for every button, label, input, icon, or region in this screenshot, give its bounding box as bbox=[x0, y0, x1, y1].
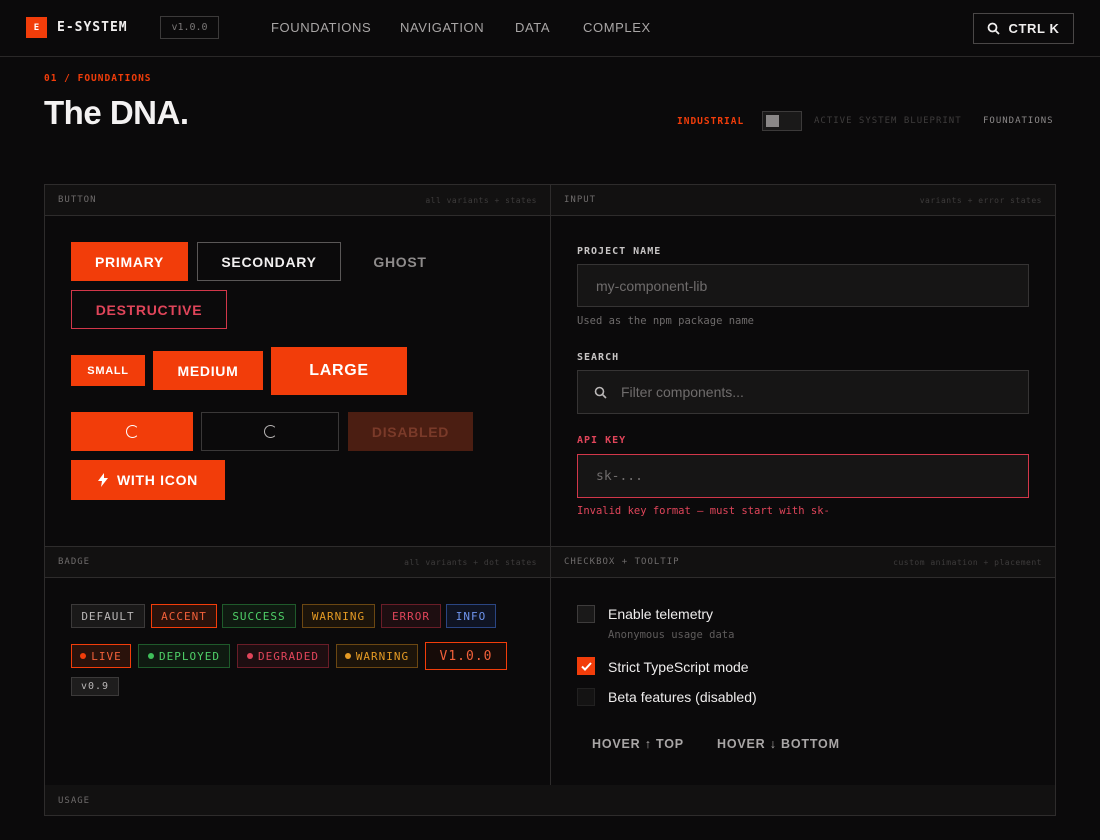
status-dot-icon bbox=[148, 653, 154, 659]
panel-header: BUTTON all variants + states bbox=[45, 185, 550, 216]
badge-label: LIVE bbox=[91, 649, 122, 663]
tooltip-bottom-trigger[interactable]: HOVER ↓ BOTTOM bbox=[717, 737, 840, 751]
badge-label: WARNING bbox=[355, 649, 410, 663]
badge-success: SUCCESS bbox=[222, 604, 296, 628]
badge-warning: WARNING bbox=[302, 604, 375, 628]
search-icon bbox=[988, 22, 1001, 35]
badge-deployed: DEPLOYED bbox=[138, 644, 230, 668]
badge-warning-dot: WARNING bbox=[336, 644, 418, 668]
badge-label: DEGRADED bbox=[258, 649, 319, 663]
version-chip: v1.0.0 bbox=[160, 16, 219, 39]
badge-degraded: DEGRADED bbox=[237, 644, 329, 668]
panel-title: USAGE bbox=[58, 796, 91, 806]
project-name-field[interactable] bbox=[577, 264, 1029, 307]
badge-panel: BADGE all variants + dot states DEFAULT … bbox=[44, 546, 551, 786]
search-input[interactable] bbox=[621, 384, 1028, 400]
panel-header: CHECKBOX + TOOLTIP custom animation + pl… bbox=[551, 547, 1055, 578]
panel-title: BUTTON bbox=[58, 195, 97, 205]
medium-button[interactable]: MEDIUM bbox=[153, 351, 263, 390]
panel-meta: all variants + dot states bbox=[404, 558, 537, 567]
mode-label: INDUSTRIAL bbox=[677, 116, 745, 127]
badge-info: INFO bbox=[446, 604, 496, 628]
nav-item-data[interactable]: DATA bbox=[515, 20, 550, 35]
spinner-icon bbox=[263, 425, 277, 438]
badge-version-small: v0.9 bbox=[71, 677, 119, 696]
badge-accent: ACCENT bbox=[151, 604, 217, 628]
project-name-label: PROJECT NAME bbox=[577, 246, 662, 257]
nav-item-navigation[interactable]: NAVIGATION bbox=[400, 20, 484, 35]
panel-title: CHECKBOX + TOOLTIP bbox=[564, 557, 680, 567]
beta-checkbox bbox=[577, 688, 595, 706]
page-title: The DNA. bbox=[44, 94, 189, 131]
disabled-button: DISABLED bbox=[348, 412, 473, 451]
large-button[interactable]: LARGE bbox=[271, 347, 407, 395]
spinner-icon bbox=[125, 425, 139, 438]
project-name-input[interactable] bbox=[596, 277, 1028, 294]
panel-header: INPUT variants + error states bbox=[551, 185, 1055, 216]
badge-version-large: V1.0.0 bbox=[425, 642, 507, 670]
check-icon bbox=[580, 661, 592, 671]
logo-mark[interactable]: E bbox=[26, 17, 47, 38]
panel-title: INPUT bbox=[564, 195, 597, 205]
beta-label: Beta features (disabled) bbox=[608, 689, 757, 705]
strict-ts-checkbox[interactable] bbox=[577, 657, 595, 675]
panel-meta: variants + error states bbox=[919, 196, 1042, 205]
telemetry-label[interactable]: Enable telemetry bbox=[608, 606, 713, 622]
top-bar: E E-SYSTEM v1.0.0 FOUNDATIONS NAVIGATION… bbox=[0, 0, 1100, 57]
tooltip-top-trigger[interactable]: HOVER ↑ TOP bbox=[592, 737, 684, 751]
breadcrumb: 01 / FOUNDATIONS bbox=[44, 73, 152, 84]
blueprint-label: ACTIVE SYSTEM BLUEPRINT bbox=[814, 116, 962, 126]
lightning-icon bbox=[98, 473, 109, 487]
theme-toggle[interactable] bbox=[762, 111, 802, 131]
strict-ts-label[interactable]: Strict TypeScript mode bbox=[608, 659, 749, 675]
command-search-button[interactable]: CTRL K bbox=[973, 13, 1074, 44]
usage-panel-header: USAGE bbox=[44, 785, 1056, 816]
nav-item-foundations[interactable]: FOUNDATIONS bbox=[271, 20, 371, 35]
api-key-error: Invalid key format — must start with sk- bbox=[577, 505, 830, 517]
button-panel: BUTTON all variants + states PRIMARY SEC… bbox=[44, 184, 551, 547]
panel-header: BADGE all variants + dot states bbox=[45, 547, 550, 578]
input-panel: INPUT variants + error states PROJECT NA… bbox=[550, 184, 1056, 547]
small-button[interactable]: SMALL bbox=[71, 355, 145, 386]
destructive-button[interactable]: DESTRUCTIVE bbox=[71, 290, 227, 329]
telemetry-sub: Anonymous usage data bbox=[608, 629, 735, 641]
ghost-button[interactable]: GHOST bbox=[350, 242, 450, 281]
loading-secondary-button[interactable] bbox=[201, 412, 339, 451]
toggle-knob bbox=[766, 115, 779, 127]
secondary-button[interactable]: SECONDARY bbox=[197, 242, 341, 281]
panel-title: BADGE bbox=[58, 557, 91, 567]
primary-button[interactable]: PRIMARY bbox=[71, 242, 188, 281]
nav-item-complex[interactable]: COMPLEX bbox=[583, 20, 651, 35]
brand-name[interactable]: E-SYSTEM bbox=[57, 20, 128, 35]
api-key-field[interactable] bbox=[577, 454, 1029, 498]
status-dot-icon bbox=[80, 653, 87, 659]
section-tag: FOUNDATIONS bbox=[983, 116, 1054, 126]
panel-meta: custom animation + placement bbox=[893, 558, 1042, 567]
with-icon-button[interactable]: WITH ICON bbox=[71, 460, 225, 500]
status-dot-icon bbox=[344, 653, 351, 659]
telemetry-checkbox[interactable] bbox=[577, 605, 595, 623]
api-key-label: API KEY bbox=[577, 435, 627, 446]
search-field[interactable] bbox=[577, 370, 1029, 414]
search-label: SEARCH bbox=[577, 352, 620, 363]
badge-live: LIVE bbox=[71, 644, 131, 668]
project-name-hint: Used as the npm package name bbox=[577, 315, 755, 327]
api-key-input[interactable] bbox=[596, 468, 1028, 484]
checkbox-tooltip-panel: CHECKBOX + TOOLTIP custom animation + pl… bbox=[550, 546, 1056, 786]
search-icon bbox=[594, 386, 607, 399]
with-icon-label: WITH ICON bbox=[117, 472, 198, 488]
badge-label: DEPLOYED bbox=[159, 649, 220, 663]
loading-primary-button[interactable] bbox=[71, 412, 193, 451]
badge-error: ERROR bbox=[381, 604, 441, 628]
badge-default: DEFAULT bbox=[71, 604, 145, 628]
status-dot-icon bbox=[247, 653, 253, 659]
command-search-label: CTRL K bbox=[1008, 21, 1060, 36]
panel-meta: all variants + states bbox=[425, 196, 537, 205]
